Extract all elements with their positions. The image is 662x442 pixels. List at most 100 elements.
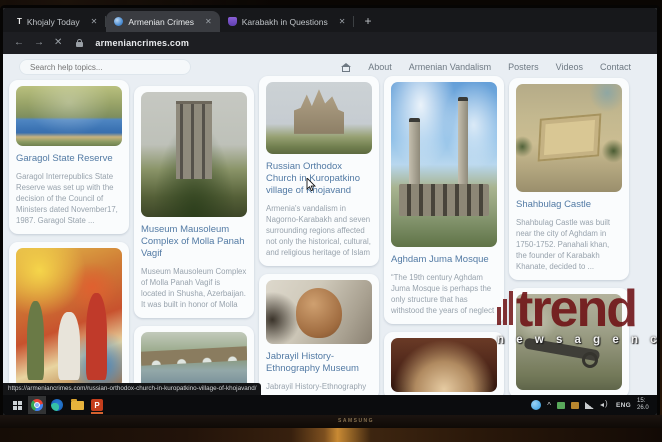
left-minaret-shape [409, 118, 420, 191]
back-button[interactable]: ← [14, 38, 24, 48]
tab-title: Armenian Crimes [128, 17, 194, 27]
card-column-4: Aghdam Juma Mosque “The 19th century Agh… [384, 76, 504, 400]
tab-khojaly-today[interactable]: T Khojaly Today ✕ [9, 11, 105, 32]
forward-button[interactable]: → [34, 38, 44, 48]
folder-icon [71, 401, 84, 410]
monitor-brand-logo: SAMSUNG [338, 418, 374, 424]
old-cannon-image[interactable] [516, 294, 622, 390]
card-title[interactable]: Aghdam Juma Mosque [391, 254, 497, 266]
lake-and-mountains-image[interactable] [16, 86, 122, 146]
card-title[interactable]: Russian Orthodox Church in Kuropatkino v… [266, 161, 372, 197]
tray-icon-orange[interactable] [571, 402, 579, 409]
card-column-2: Museum Mausoleum Complex of Molla Panah … [134, 86, 254, 398]
browser-address-bar: ← → ✕ armeniancrimes.com [3, 32, 657, 54]
powerpoint-icon: P [91, 399, 103, 411]
clock-time: 15: [637, 398, 645, 404]
monitor-bezel [0, 415, 662, 428]
card-excerpt: “The 19th century Aghdam Juma Mosque is … [391, 272, 497, 316]
card-title[interactable]: Museum Mausoleum Complex of Molla Panah … [141, 224, 247, 260]
card-garagol-state-reserve[interactable]: Garagol State Reserve Garagol Interrepub… [9, 80, 129, 234]
khojaly-today-favicon: T [17, 17, 22, 26]
tab-karabakh-in-questions[interactable]: Karabakh in Questions ✕ [220, 11, 354, 32]
chrome-icon [31, 399, 43, 411]
card-excerpt: Armenia's vandalism in Nagorno-Karabakh … [266, 203, 372, 258]
tab-divider [353, 16, 354, 27]
mausoleum-tower-image[interactable] [141, 92, 247, 217]
windows-logo-icon [13, 401, 22, 410]
card-title[interactable]: Garagol State Reserve [16, 153, 122, 165]
browser-tab-strip: T Khojaly Today ✕ Armenian Crimes ✕ Kara… [3, 8, 657, 32]
network-signal-icon[interactable] [585, 402, 594, 409]
taskbar-file-explorer-button[interactable] [68, 396, 86, 414]
nav-posters[interactable]: Posters [508, 62, 539, 72]
tab-title: Karabakh in Questions [242, 17, 328, 27]
bridge-arches-shape [141, 347, 247, 366]
close-tab-icon[interactable]: ✕ [205, 17, 212, 26]
card-molla-panah-vagif-mausoleum[interactable]: Museum Mausoleum Complex of Molla Panah … [134, 86, 254, 318]
site-nav: About Armenian Vandalism Posters Videos … [341, 62, 631, 72]
taskbar-chrome-button[interactable] [28, 396, 46, 414]
taskbar-powerpoint-button[interactable]: P [88, 396, 106, 414]
mausoleum-tower-shape [176, 101, 212, 179]
taskbar-clock[interactable]: 15: 26.0 [637, 398, 657, 412]
card-title[interactable]: Shahbulag Castle [516, 199, 622, 211]
card-excerpt: Shahbulag Castle was built near the city… [516, 217, 622, 272]
taskbar-edge-button[interactable] [48, 396, 66, 414]
right-minaret-shape [458, 97, 469, 192]
lock-icon[interactable] [76, 39, 83, 48]
monitor-screen: T Khojaly Today ✕ Armenian Crimes ✕ Kara… [3, 8, 657, 415]
nav-armenian-vandalism[interactable]: Armenian Vandalism [409, 62, 491, 72]
dark-interior-image[interactable] [391, 338, 497, 392]
castle-keep-shape [538, 114, 602, 162]
card-excerpt: Garagol Interrepublics State Reserve was… [16, 171, 122, 226]
volume-icon[interactable] [600, 401, 610, 409]
card-russian-orthodox-church[interactable]: Russian Orthodox Church in Kuropatkino v… [259, 76, 379, 266]
clay-pot-image[interactable] [266, 280, 372, 344]
mouse-cursor [306, 178, 316, 192]
windows-taskbar: P ^ ENG 15: 26.0 [3, 395, 657, 415]
mosque-minarets-image[interactable] [391, 82, 497, 247]
tab-title: Khojaly Today [27, 17, 80, 27]
stone-bridge-image[interactable] [141, 332, 247, 390]
skype-tray-icon[interactable] [531, 400, 541, 410]
nav-contact[interactable]: Contact [600, 62, 631, 72]
shield-favicon [228, 17, 237, 26]
edge-icon [51, 399, 63, 411]
close-tab-icon[interactable]: ✕ [91, 17, 98, 26]
mural-red-figure [86, 293, 107, 380]
card-aghdam-juma-mosque[interactable]: Aghdam Juma Mosque “The 19th century Agh… [384, 76, 504, 324]
card-cannon[interactable] [509, 288, 629, 398]
mural-artwork-image[interactable] [16, 248, 122, 388]
card-jabrayil-museum[interactable]: Jabrayil History-Ethnography Museum Jabr… [259, 274, 379, 400]
cannon-wheel-shape [582, 352, 598, 368]
globe-favicon [114, 17, 123, 26]
card-title[interactable]: Jabrayil History-Ethnography Museum [266, 351, 372, 375]
mural-white-figure [58, 312, 79, 379]
tray-expand-caret-icon[interactable]: ^ [547, 401, 551, 410]
close-tab-icon[interactable]: ✕ [339, 17, 346, 26]
castle-aerial-image[interactable] [516, 84, 622, 192]
card-column-1: Garagol State Reserve Garagol Interrepub… [9, 80, 129, 396]
start-button[interactable] [8, 396, 26, 414]
nav-about[interactable]: About [368, 62, 392, 72]
clay-pot-shape [296, 288, 343, 338]
tab-armenian-crimes[interactable]: Armenian Crimes ✕ [106, 11, 219, 32]
mosque-arcade-shape [399, 184, 488, 215]
card-mural[interactable] [9, 242, 129, 396]
stop-button[interactable]: ✕ [54, 38, 62, 48]
url-text[interactable]: armeniancrimes.com [95, 38, 189, 48]
nav-videos[interactable]: Videos [556, 62, 583, 72]
card-dark-interior[interactable] [384, 332, 504, 400]
language-indicator[interactable]: ENG [616, 402, 631, 409]
tray-icon-green[interactable] [557, 402, 565, 409]
church-ruin-shape [294, 89, 345, 134]
ruined-church-image[interactable] [266, 82, 372, 154]
new-tab-button[interactable]: + [364, 14, 371, 28]
card-shahbulag-castle[interactable]: Shahbulag Castle Shahbulag Castle was bu… [509, 78, 629, 280]
card-column-5: Shahbulag Castle Shahbulag Castle was bu… [509, 78, 629, 398]
mural-soldier-figure [27, 301, 44, 379]
clock-date: 26.0 [637, 405, 649, 411]
search-input[interactable] [19, 59, 191, 75]
link-status-bar: https://armeniancrimes.com/russian-ortho… [3, 383, 261, 395]
home-icon[interactable] [341, 63, 351, 72]
